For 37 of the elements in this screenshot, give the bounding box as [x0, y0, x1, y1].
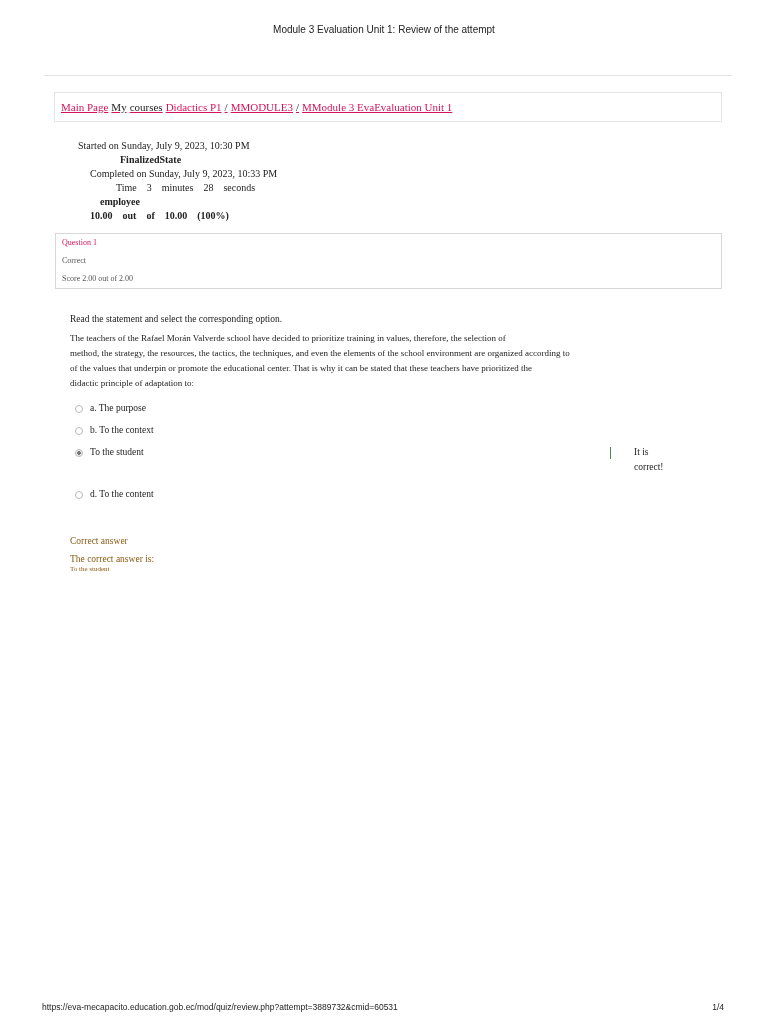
page-number: 1/4: [712, 1002, 724, 1012]
option-label: d. To the content: [90, 489, 155, 499]
question-number: Question 1: [62, 238, 98, 247]
summary-line: Time 3 minutes 28 seconds: [115, 182, 257, 193]
summary-line: Started on Sunday, July 9, 2023, 10:30 PM: [77, 140, 251, 151]
radio-button[interactable]: [75, 427, 83, 435]
instruction-text: Read the statement and select the corresponding option.: [70, 314, 284, 324]
breadcrumb-text: My: [111, 101, 127, 113]
correct-answer-heading: The correct answer is:: [70, 554, 156, 564]
breadcrumb-link[interactable]: MMODULE3: [230, 101, 293, 113]
breadcrumb-link[interactable]: MModule 3 EvaEvaluation Unit 1: [302, 101, 453, 113]
option-label: a. The purpose: [90, 403, 148, 413]
question-text-line: didactic principle of adaptation to:: [70, 377, 195, 390]
tick-mark-icon: [610, 447, 611, 459]
question-text-line: The teachers of the Rafael Morán Valverde school have decided to prioritize training in values, therefore, the selection of: [70, 332, 507, 345]
radio-button[interactable]: [75, 405, 83, 413]
question-text-line: method, the strategy, the resources, the tactics, the techniques, and even the elements of the school environment are organized according to: [70, 347, 571, 360]
question-text-line: of the values that underpin or promote the educational center. That is why it can be stated that these teachers have prioritized the: [70, 362, 533, 375]
page-title: Module 3 Evaluation Unit 1: Review of the attempt: [273, 24, 495, 37]
summary-line: employee: [99, 196, 141, 207]
breadcrumb-link[interactable]: Didactics P1: [165, 101, 222, 113]
radio-button[interactable]: [75, 491, 83, 499]
question-state: Correct: [62, 256, 87, 265]
feedback-text: It is correct!: [634, 446, 665, 474]
outcome-title: Correct answer: [70, 536, 129, 546]
question-grade: Score 2.00 out of 2.00: [62, 274, 135, 283]
summary-line: Completed on Sunday, July 9, 2023, 10:33 PM: [89, 168, 279, 179]
summary-line: FinalizedState: [119, 154, 183, 165]
summary-line: 10.00 out of 10.00 (100%): [89, 210, 230, 221]
option-label: b. To the context: [90, 425, 155, 435]
breadcrumb-text: /: [224, 101, 228, 113]
radio-button[interactable]: [75, 449, 83, 457]
breadcrumb-text: /: [295, 101, 300, 113]
breadcrumb-text: courses: [129, 101, 163, 113]
option-label: To the student: [90, 447, 145, 457]
page-url: https://eva-mecapacito.education.gob.ec/mod/quiz/review.php?attempt=3889732&cmid=60531: [42, 1002, 398, 1012]
breadcrumb-link[interactable]: Main Page: [61, 101, 109, 113]
